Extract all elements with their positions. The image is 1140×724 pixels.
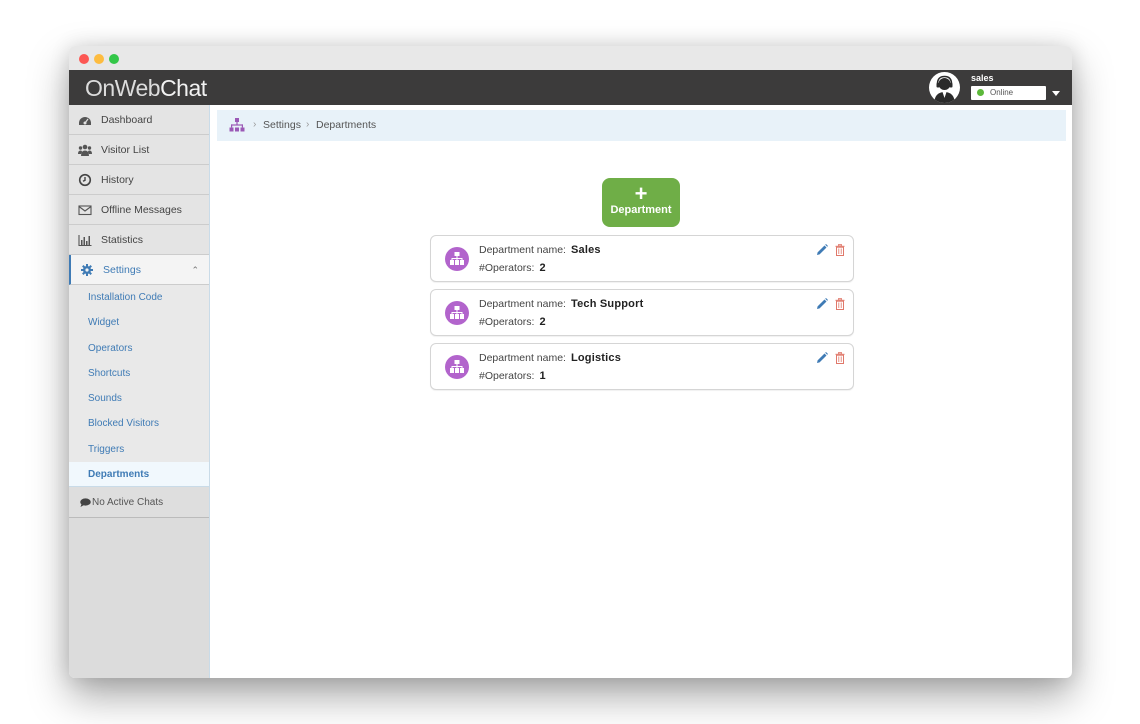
chat-bubble-icon — [80, 498, 91, 508]
submenu-item-sounds[interactable]: Sounds — [69, 386, 209, 411]
department-operators-row: #Operators: 2 — [479, 316, 546, 328]
department-operators-row: #Operators: 2 — [479, 262, 546, 274]
sidebar-item-visitor-list[interactable]: Visitor List — [69, 135, 209, 165]
logo-text-light: OnWeb — [85, 75, 161, 101]
envelope-icon — [78, 205, 92, 216]
users-icon — [78, 144, 92, 156]
user-avatar[interactable] — [929, 72, 960, 103]
department-card: Department name: Logistics #Operators: 1 — [430, 343, 854, 390]
sidebar-item-label: Dashboard — [101, 114, 153, 126]
status-online-icon — [977, 89, 984, 96]
submenu-item-blocked-visitors[interactable]: Blocked Visitors — [69, 411, 209, 436]
submenu-item-departments[interactable]: Departments — [69, 462, 209, 488]
sidebar-item-label: Offline Messages — [101, 204, 182, 216]
status-select[interactable]: Online — [971, 86, 1046, 100]
sidebar-item-label: History — [101, 174, 134, 186]
app-logo[interactable]: OnWebChat — [85, 75, 207, 102]
sidebar-item-statistics[interactable]: Statistics — [69, 225, 209, 255]
user-menu-caret-icon[interactable] — [1052, 91, 1060, 96]
maximize-window-button[interactable] — [109, 54, 119, 64]
department-card: Department name: Tech Support #Operators:… — [430, 289, 854, 336]
department-name-label: Department name: — [479, 298, 566, 310]
sidebar-item-history[interactable]: History — [69, 165, 209, 195]
sidebar-item-settings[interactable]: Settings ⌃ — [69, 255, 209, 285]
logo-text-bold: Chat — [160, 75, 207, 101]
department-name-label: Department name: — [479, 352, 566, 364]
sidebar-item-dashboard[interactable]: Dashboard — [69, 105, 209, 135]
active-chats-label: No Active Chats — [92, 497, 164, 509]
department-icon — [445, 247, 469, 271]
add-department-label: Department — [610, 204, 672, 216]
operators-label: #Operators: — [479, 262, 535, 274]
breadcrumb-separator-icon: › — [306, 119, 310, 130]
status-text: Online — [990, 88, 1014, 97]
edit-pencil-icon[interactable] — [816, 298, 828, 310]
dashboard-icon — [79, 117, 91, 125]
department-name-row: Department name: Logistics — [479, 352, 621, 364]
sidebar-item-offline-messages[interactable]: Offline Messages — [69, 195, 209, 225]
department-card: Department name: Sales #Operators: 2 — [430, 235, 854, 282]
department-icon — [445, 301, 469, 325]
breadcrumb-settings[interactable]: Settings — [263, 119, 301, 131]
minimize-window-button[interactable] — [94, 54, 104, 64]
breadcrumb: › Settings › Departments — [217, 110, 1066, 141]
submenu-item-operators[interactable]: Operators — [69, 336, 209, 361]
operators-count: 1 — [539, 370, 546, 382]
sidebar-item-label: Settings — [103, 264, 141, 276]
department-name-row: Department name: Tech Support — [479, 298, 643, 310]
delete-trash-icon[interactable] — [835, 298, 845, 310]
submenu-item-triggers[interactable]: Triggers — [69, 437, 209, 462]
department-name-row: Department name: Sales — [479, 244, 601, 256]
department-icon — [445, 355, 469, 379]
chevron-up-icon[interactable]: ⌃ — [191, 265, 199, 276]
sidebar-item-label: Visitor List — [101, 144, 150, 156]
close-window-button[interactable] — [79, 54, 89, 64]
submenu-item-shortcuts[interactable]: Shortcuts — [69, 361, 209, 386]
active-chats-item[interactable]: No Active Chats — [69, 487, 209, 519]
plus-icon: + — [634, 181, 648, 206]
sidebar-item-label: Statistics — [101, 234, 144, 246]
operators-label: #Operators: — [479, 370, 535, 382]
edit-pencil-icon[interactable] — [816, 244, 828, 256]
user-name: sales — [971, 73, 994, 83]
operators-count: 2 — [539, 262, 546, 274]
breadcrumb-departments: Departments — [316, 119, 377, 131]
window-titlebar — [69, 46, 1072, 70]
app-header: OnWebChat sales Online — [69, 70, 1072, 105]
delete-trash-icon[interactable] — [835, 352, 845, 364]
breadcrumb-separator-icon: › — [253, 119, 257, 130]
app-window: OnWebChat sales Online Dashboard Visitor… — [69, 46, 1072, 678]
clock-icon — [78, 173, 92, 187]
department-name-value: Logistics — [570, 352, 622, 364]
bar-chart-icon — [78, 235, 92, 247]
department-name-value: Sales — [570, 244, 601, 256]
department-name-value: Tech Support — [570, 298, 644, 310]
operators-label: #Operators: — [479, 316, 535, 328]
submenu-item-widget[interactable]: Widget — [69, 310, 209, 335]
operators-count: 2 — [539, 316, 546, 328]
submenu-item-installation-code[interactable]: Installation Code — [69, 285, 209, 310]
delete-trash-icon[interactable] — [835, 244, 845, 256]
settings-submenu: Installation Code Widget Operators Short… — [69, 285, 209, 488]
edit-pencil-icon[interactable] — [816, 352, 828, 364]
department-operators-row: #Operators: 1 — [479, 370, 546, 382]
add-department-button[interactable]: + Department — [602, 178, 680, 227]
operator-headset-icon — [934, 75, 955, 103]
sidebar: Dashboard Visitor List History Offline M… — [69, 105, 210, 678]
department-name-label: Department name: — [479, 244, 566, 256]
gear-icon — [81, 264, 93, 276]
sitemap-icon[interactable] — [229, 118, 245, 132]
